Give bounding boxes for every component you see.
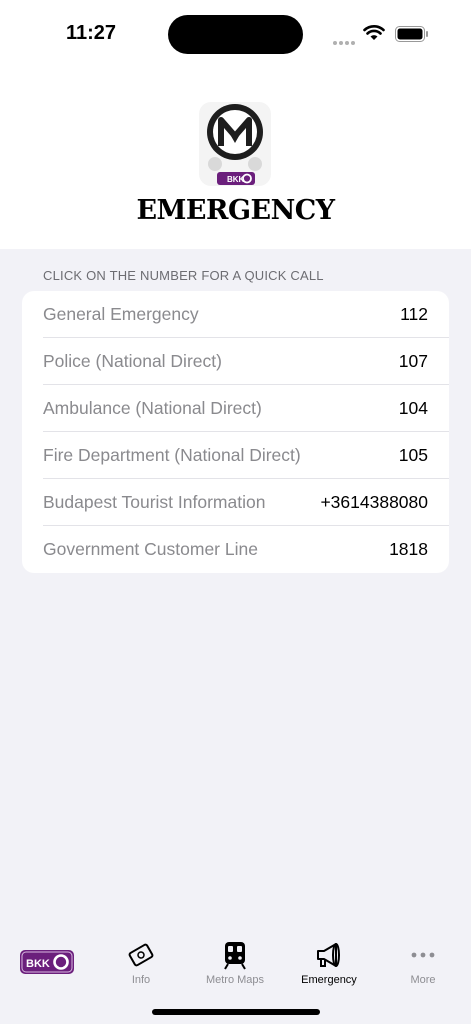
list-item[interactable]: Police (National Direct) 107 bbox=[22, 338, 449, 385]
tab-label: Metro Maps bbox=[205, 974, 265, 986]
contact-label: Budapest Tourist Information bbox=[43, 492, 266, 512]
list-item[interactable]: Fire Department (National Direct) 105 bbox=[22, 432, 449, 479]
app-logo-icon: BKK bbox=[199, 102, 271, 186]
emergency-numbers-list: General Emergency 112 Police (National D… bbox=[22, 291, 449, 573]
contact-number[interactable]: 104 bbox=[399, 398, 428, 419]
tab-more[interactable]: More bbox=[376, 928, 470, 992]
contact-number[interactable]: 107 bbox=[399, 351, 428, 372]
contact-number[interactable]: 1818 bbox=[389, 539, 428, 560]
home-indicator bbox=[152, 1009, 320, 1015]
header-area: 11:27 BKK EMERGENCY bbox=[0, 0, 471, 249]
contact-label: Fire Department (National Direct) bbox=[43, 445, 301, 465]
battery-icon bbox=[395, 26, 428, 42]
wifi-icon bbox=[363, 25, 385, 40]
tab-emergency[interactable]: Emergency bbox=[282, 928, 376, 992]
tab-label: Emergency bbox=[301, 974, 357, 986]
tab-brand-logo[interactable]: BKK bbox=[0, 928, 94, 992]
tab-label: Info bbox=[131, 974, 151, 986]
contact-number[interactable]: 105 bbox=[399, 445, 428, 466]
train-icon bbox=[224, 942, 246, 970]
bkk-logo-icon: BKK bbox=[20, 950, 74, 974]
page-title: EMERGENCY bbox=[136, 195, 335, 226]
status-icons bbox=[333, 24, 429, 45]
contact-label: Police (National Direct) bbox=[43, 351, 222, 371]
more-dots-icon bbox=[411, 952, 435, 958]
contact-label: Ambulance (National Direct) bbox=[43, 398, 262, 418]
brand-badge-text: BKK bbox=[26, 958, 50, 970]
contact-number[interactable]: +3614388080 bbox=[320, 492, 428, 513]
status-time: 11:27 bbox=[66, 22, 117, 44]
megaphone-icon bbox=[317, 943, 340, 967]
list-item[interactable]: Ambulance (National Direct) 104 bbox=[22, 385, 449, 432]
ticket-icon bbox=[128, 943, 154, 967]
cellular-signal-icon bbox=[333, 32, 357, 50]
list-item[interactable]: Budapest Tourist Information +3614388080 bbox=[22, 479, 449, 526]
tab-metro-maps[interactable]: Metro Maps bbox=[188, 928, 282, 992]
list-item[interactable]: General Emergency 112 bbox=[22, 291, 449, 338]
contact-label: Government Customer Line bbox=[43, 539, 258, 559]
tab-label: More bbox=[410, 974, 436, 986]
dynamic-island bbox=[168, 15, 303, 54]
contact-label: General Emergency bbox=[43, 304, 199, 324]
list-item[interactable]: Government Customer Line 1818 bbox=[22, 526, 449, 573]
section-header: CLICK ON THE NUMBER FOR A QUICK CALL bbox=[43, 268, 324, 283]
contact-number[interactable]: 112 bbox=[400, 304, 428, 325]
logo-badge-text: BKK bbox=[227, 175, 245, 184]
tab-info[interactable]: Info bbox=[94, 928, 188, 992]
